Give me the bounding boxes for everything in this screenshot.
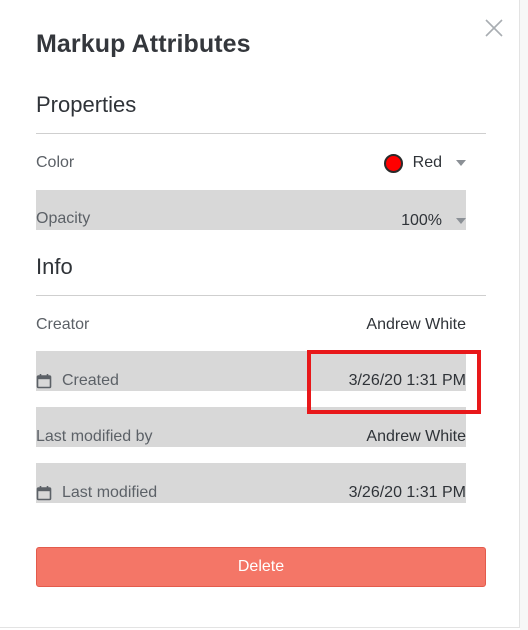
color-dropdown[interactable]: Red <box>383 153 466 173</box>
last-modified-by-row: Last modified by Andrew White <box>36 417 466 457</box>
color-value: Red <box>412 154 442 171</box>
opacity-value: 100% <box>401 212 442 229</box>
highlight-box <box>307 350 481 414</box>
last-modified-by-label: Last modified by <box>36 428 153 445</box>
last-modified-label-group: Last modified <box>36 484 157 502</box>
created-label-group: Created <box>36 372 119 390</box>
delete-button[interactable]: Delete <box>36 547 486 587</box>
creator-value: Andrew White <box>366 316 466 333</box>
calendar-icon <box>36 485 52 501</box>
last-modified-by-value: Andrew White <box>366 428 466 445</box>
created-label: Created <box>62 372 119 389</box>
background-edge <box>520 0 528 630</box>
info-divider <box>36 295 486 296</box>
opacity-row: Opacity 100% <box>36 199 466 239</box>
opacity-label: Opacity <box>36 210 91 227</box>
close-button[interactable] <box>481 15 507 41</box>
markup-attributes-dialog: Markup Attributes Properties Color Red O… <box>0 0 520 628</box>
properties-heading: Properties <box>36 92 137 117</box>
color-row: Color Red <box>36 143 466 183</box>
properties-divider <box>36 133 486 134</box>
color-swatch <box>383 153 403 173</box>
creator-label: Creator <box>36 316 90 333</box>
last-modified-value: 3/26/20 1:31 PM <box>348 484 466 501</box>
chevron-down-icon <box>456 160 466 166</box>
info-heading: Info <box>36 254 73 279</box>
chevron-down-icon <box>456 218 466 224</box>
close-icon <box>485 19 503 37</box>
last-modified-row: Last modified 3/26/20 1:31 PM <box>36 473 466 513</box>
last-modified-label: Last modified <box>62 484 158 501</box>
calendar-icon <box>36 373 52 389</box>
opacity-dropdown[interactable]: 100% <box>401 212 466 230</box>
color-label: Color <box>36 154 75 171</box>
creator-row: Creator Andrew White <box>36 305 466 345</box>
dialog-title: Markup Attributes <box>36 30 251 58</box>
